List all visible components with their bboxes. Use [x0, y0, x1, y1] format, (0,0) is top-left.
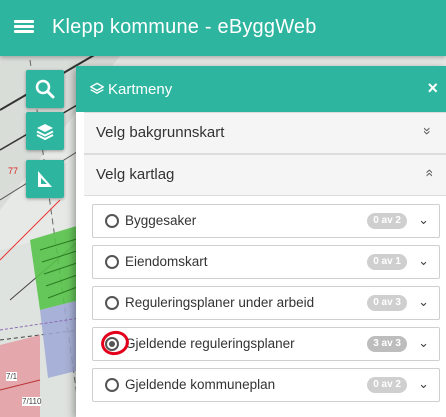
layer-item-reguleringsplaner-under-arbeid[interactable]: Reguleringsplaner under arbeid 0 av 3 ⌄	[92, 286, 440, 320]
chevron-down-icon[interactable]: ⌄	[418, 376, 429, 392]
chevron-down-icon[interactable]: »	[420, 127, 436, 135]
map-label-7-1: 7/1	[6, 372, 18, 381]
layers-button[interactable]	[26, 112, 64, 150]
radio-button[interactable]	[105, 378, 119, 392]
layers-icon	[36, 124, 54, 141]
chevron-down-icon[interactable]: ⌄	[418, 294, 429, 310]
layers-section-label: Velg kartlag	[96, 166, 175, 183]
layer-list: Byggesaker 0 av 2 ⌄ Eiendomskart 0 av 1 …	[84, 196, 446, 417]
chevron-down-icon[interactable]: ⌄	[418, 212, 429, 228]
hamburger-icon[interactable]	[14, 20, 34, 34]
kartmeny-panel: Kartmeny × Velg bakgrunnskart » Velg kar…	[76, 66, 446, 417]
layer-name: Byggesaker	[125, 213, 197, 228]
layers-section-header[interactable]: Velg kartlag »	[84, 154, 446, 196]
close-icon[interactable]: ×	[427, 79, 438, 97]
layers-icon	[90, 82, 104, 95]
layer-name: Gjeldende kommuneplan	[125, 377, 276, 392]
radio-button[interactable]	[105, 296, 119, 310]
search-icon	[35, 79, 55, 99]
map-label-7-110: 7/110	[22, 397, 42, 406]
chevron-up-icon[interactable]: »	[420, 169, 436, 177]
layer-count-badge: 0 av 1	[367, 254, 407, 270]
layer-count-badge: 0 av 2	[367, 377, 407, 393]
layer-count-badge: 0 av 2	[367, 213, 407, 229]
layer-name: Gjeldende reguleringsplaner	[125, 336, 295, 351]
background-map-label: Velg bakgrunnskart	[96, 124, 225, 141]
search-button[interactable]	[26, 70, 64, 108]
panel-header: Kartmeny ×	[76, 66, 446, 112]
chevron-down-icon[interactable]: ⌄	[418, 335, 429, 351]
panel-title: Kartmeny	[108, 81, 173, 98]
app-title: Klepp kommune - eByggWeb	[52, 16, 317, 38]
app-bar: Klepp kommune - eByggWeb	[0, 0, 446, 56]
layer-count-badge: 0 av 3	[367, 295, 407, 311]
layer-name: Eiendomskart	[125, 254, 208, 269]
radio-button[interactable]	[105, 214, 119, 228]
background-map-selector[interactable]: Velg bakgrunnskart »	[84, 112, 446, 154]
layer-name: Reguleringsplaner under arbeid	[125, 295, 315, 310]
ruler-icon	[38, 171, 52, 187]
layer-count-badge: 3 av 3	[367, 336, 407, 352]
map-label-77: 77	[8, 166, 19, 176]
chevron-down-icon[interactable]: ⌄	[418, 253, 429, 269]
layer-item-gjeldende-kommuneplan[interactable]: Gjeldende kommuneplan 0 av 2 ⌄	[92, 368, 440, 402]
layer-item-gjeldende-reguleringsplaner[interactable]: Gjeldende reguleringsplaner 3 av 3 ⌄	[92, 327, 440, 361]
radio-button[interactable]	[105, 255, 119, 269]
layer-item-byggesaker[interactable]: Byggesaker 0 av 2 ⌄	[92, 204, 440, 238]
measure-button[interactable]	[26, 160, 64, 198]
layer-item-eiendomskart[interactable]: Eiendomskart 0 av 1 ⌄	[92, 245, 440, 279]
